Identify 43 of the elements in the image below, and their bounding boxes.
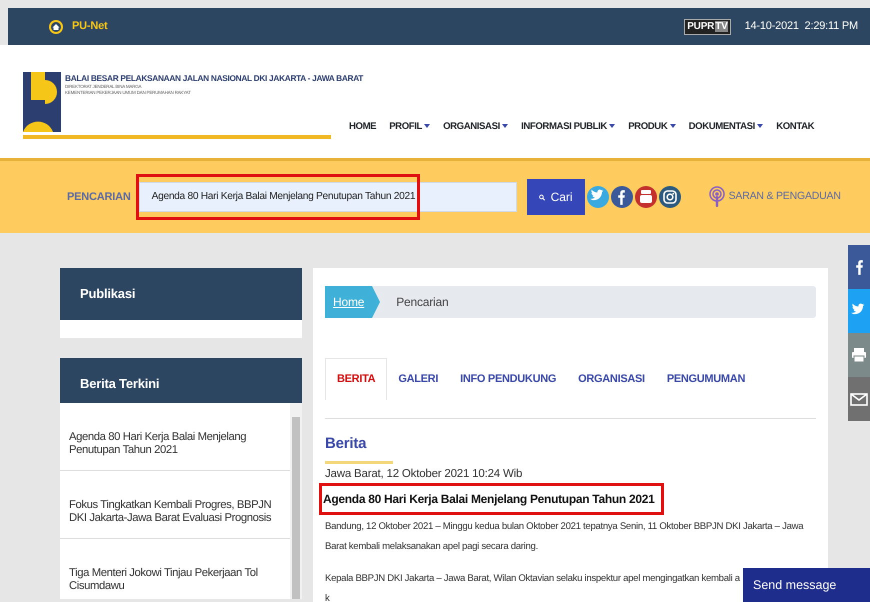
- home-icon[interactable]: [48, 18, 64, 34]
- tab[interactable]: GALERI: [387, 358, 450, 400]
- f-letter-icon: [618, 190, 626, 204]
- f-letter-share-button[interactable]: [848, 245, 870, 289]
- f-letter-icon: [856, 260, 863, 274]
- tv-logo[interactable]: PUPRTV: [684, 18, 731, 34]
- search-field[interactable]: Agenda 80 Hari Kerja Balai Menjelang Penutupan Tahun 2021: [138, 182, 517, 212]
- section-heading: Berita: [325, 434, 368, 454]
- organization-title: BALAI BESAR PELAKSANAAN JALAN NASIONAL DKI JAKARTA - JAWA BARAT: [65, 72, 364, 84]
- search-label: PENCARIAN: [67, 190, 131, 205]
- f-letter-link[interactable]: [610, 186, 633, 208]
- nav-link[interactable]: HOME: [349, 120, 376, 134]
- scrollbar[interactable]: [290, 403, 302, 599]
- nav-link[interactable]: PRODUK: [628, 120, 676, 134]
- nav-link[interactable]: KONTAK: [776, 120, 814, 134]
- tab[interactable]: ORGANISASI: [567, 358, 656, 400]
- nav-link[interactable]: ORGANISASI: [443, 120, 508, 134]
- breadcrumb-current: Pencarian: [396, 294, 448, 311]
- article-date: Jawa Barat, 12 Oktober 2021 10:24 Wib: [325, 467, 524, 482]
- site-name[interactable]: PU-Net: [72, 18, 108, 35]
- search-icon: [538, 192, 545, 202]
- search-button[interactable]: Cari: [526, 179, 585, 215]
- bird-share-button[interactable]: [848, 289, 870, 333]
- tab[interactable]: PENGUMUMAN: [656, 358, 756, 400]
- article-paragraph: Kepala BBPJN DKI Jakarta – Jawa Barat, Wilan Oktavian selaku inspektur apel mengingatkan kembali a k: [325, 572, 740, 602]
- panel-title: Berita Terkini: [80, 374, 160, 393]
- chevron-icon: [372, 286, 380, 318]
- nav-link[interactable]: PROFIL: [389, 120, 430, 134]
- tab[interactable]: BERITA: [325, 358, 388, 400]
- logo-icon[interactable]: [23, 72, 61, 132]
- date-time: 14-10-2021 2:29:11 PM: [744, 19, 858, 34]
- heading-underline: [325, 461, 393, 464]
- panel-title: Publikasi: [80, 285, 136, 304]
- podcast-icon[interactable]: [708, 186, 725, 208]
- nav-link[interactable]: INFORMASI PUBLIK: [521, 120, 616, 134]
- camera-link[interactable]: [658, 186, 681, 208]
- tab[interactable]: INFO PENDUKUNG: [449, 358, 568, 400]
- article-title[interactable]: Agenda 80 Hari Kerja Balai Menjelang Penutupan Tahun 2021: [321, 485, 662, 514]
- send-message-button[interactable]: Send message: [743, 568, 870, 602]
- mail-share-button[interactable]: [848, 377, 870, 421]
- article-paragraph: Bandung, 12 Oktober 2021 – Minggu kedua bulan Oktober 2021 tepatnya Senin, 11 Oktober BBPJN DKI Jakarta – Jawa Barat kembali melaksanakan apel pagi secara daring.: [325, 520, 804, 554]
- nav-link[interactable]: DOKUMENTASI: [688, 120, 764, 134]
- print-share-button[interactable]: [848, 333, 870, 377]
